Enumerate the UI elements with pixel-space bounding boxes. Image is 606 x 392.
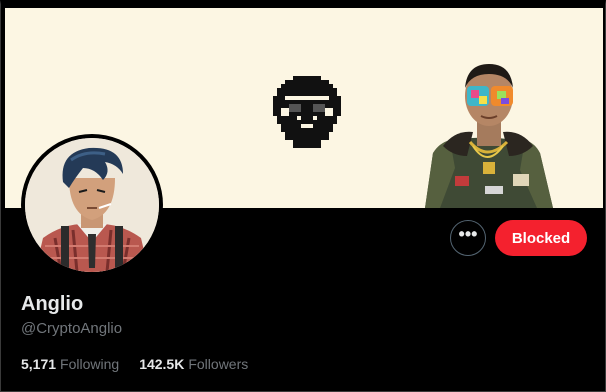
profile-header: ••• Blocked Anglio @CryptoAnglio 5,171 F… bbox=[0, 0, 606, 392]
more-options-button[interactable]: ••• bbox=[450, 220, 486, 256]
pixel-face-logo-icon bbox=[273, 76, 341, 148]
avatar-border bbox=[21, 134, 163, 276]
blocked-button[interactable]: Blocked bbox=[495, 220, 587, 256]
followers-count: 142.5K bbox=[139, 356, 185, 372]
anime-portrait-avatar bbox=[25, 138, 159, 272]
avatar[interactable] bbox=[25, 138, 159, 272]
followers-link[interactable]: 142.5K Followers bbox=[139, 356, 248, 372]
followers-label: Followers bbox=[188, 356, 249, 372]
profile-handle: @CryptoAnglio bbox=[21, 320, 123, 337]
following-count: 5,171 bbox=[21, 356, 57, 372]
more-options-icon: ••• bbox=[458, 224, 478, 244]
following-link[interactable]: 5,171 Following bbox=[21, 356, 119, 372]
following-label: Following bbox=[60, 356, 120, 372]
illustrated-person-icon bbox=[425, 64, 553, 208]
display-name: Anglio bbox=[21, 293, 84, 315]
profile-stats: 5,171 Following 142.5K Followers bbox=[21, 356, 248, 372]
